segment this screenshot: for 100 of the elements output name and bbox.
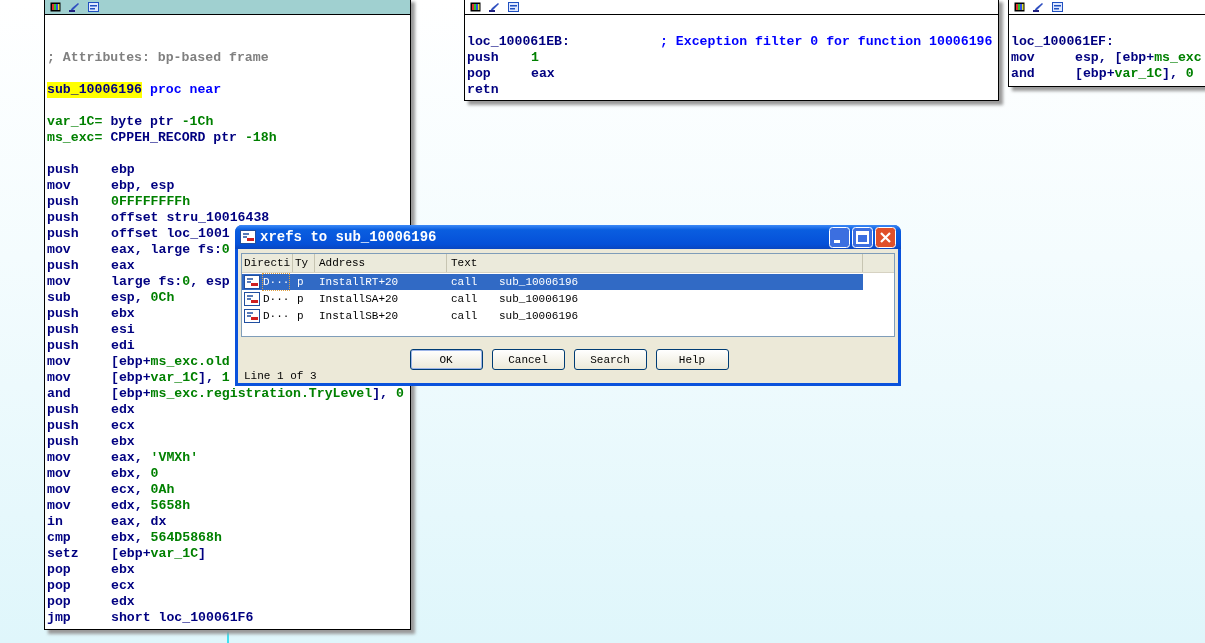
instruction-mnemonic: mov <box>47 178 72 194</box>
minimize-icon[interactable] <box>829 226 850 248</box>
instruction-mnemonic: push <box>467 50 500 66</box>
instruction-mnemonic: push <box>47 226 80 242</box>
instruction-mnemonic: push <box>47 402 80 418</box>
instruction-mnemonic: and <box>1011 66 1036 82</box>
instruction-mnemonic: push <box>47 258 80 274</box>
instruction-operands: esi <box>111 322 135 338</box>
instruction-operands: short loc_100061F6 <box>111 610 254 626</box>
pencil-icon[interactable] <box>69 1 80 12</box>
function-name[interactable]: sub_10006196 <box>47 82 142 98</box>
block-title-bar[interactable] <box>1009 0 1205 15</box>
code-label: loc_100061EB: <box>467 34 570 50</box>
status-text: Line 1 of 3 <box>243 370 318 383</box>
proc-keyword: proc near <box>149 82 222 98</box>
instruction-operands: offset stru_10016438 <box>111 210 270 226</box>
xref-row[interactable]: D··· p InstallRT+20 call sub_10006196 <box>242 274 863 290</box>
xref-row[interactable]: D··· p InstallSB+20 call sub_10006196 <box>242 308 863 324</box>
instruction-mnemonic: mov <box>47 450 72 466</box>
column-header[interactable]: Ty <box>293 254 315 272</box>
instruction-mnemonic: push <box>47 210 80 226</box>
instruction-operands: eax, 'VMXh' <box>111 450 199 466</box>
block-title-bar[interactable] <box>45 0 410 15</box>
dialog-button[interactable]: Search <box>573 349 647 370</box>
instruction-operands: [ebp+ms_exc.registration.TryLevel], 0 <box>111 386 404 402</box>
instruction-operands: ebx <box>111 434 135 450</box>
instruction-mnemonic: retn <box>467 82 500 98</box>
table-cell-text: call <box>451 292 479 307</box>
instruction-operands: eax, dx <box>111 514 167 530</box>
instruction-mnemonic: push <box>47 338 80 354</box>
code-label: loc_100061EF: <box>1011 34 1114 50</box>
table-cell-text: p <box>296 275 305 290</box>
window-icon <box>240 230 256 244</box>
palette-icon[interactable] <box>1014 1 1025 12</box>
instruction-operands: ebx <box>111 306 135 322</box>
instruction-mnemonic: pop <box>47 562 72 578</box>
instruction-operands: 0FFFFFFFFh <box>111 194 191 210</box>
instruction-operands: eax <box>111 258 135 274</box>
instruction-mnemonic: mov <box>47 482 72 498</box>
variable-type: byte ptr -1Ch <box>110 114 214 130</box>
pencil-icon[interactable] <box>489 1 500 12</box>
variable-name: var_1C= <box>47 114 103 130</box>
xref-icon <box>244 275 260 289</box>
table-cell-text: D··· <box>263 292 290 307</box>
dialog-button[interactable]: Cancel <box>491 349 565 370</box>
close-icon[interactable] <box>875 226 896 248</box>
xref-row[interactable]: D··· p InstallSA+20 call sub_10006196 <box>242 291 863 307</box>
instruction-operands: [ebp+ms_exc.old <box>111 354 230 370</box>
instruction-mnemonic: mov <box>1011 50 1036 66</box>
pencil-icon[interactable] <box>1033 1 1044 12</box>
instruction-operands: eax, large fs:0 <box>111 242 230 258</box>
dialog-button[interactable]: OK <box>409 349 483 370</box>
table-cell-text: sub_10006196 <box>499 275 579 290</box>
instruction-mnemonic: mov <box>47 466 72 482</box>
instruction-operands: edi <box>111 338 135 354</box>
dialog-title: xrefs to sub_10006196 <box>260 229 437 245</box>
instruction-mnemonic: mov <box>47 498 72 514</box>
column-header[interactable]: Directi <box>242 254 293 272</box>
instruction-mnemonic: pop <box>47 594 72 610</box>
instruction-operands: offset loc_1001 <box>111 226 230 242</box>
instruction-operands: esp, 0Ch <box>111 290 175 306</box>
table-cell-text: InstallRT+20 <box>318 275 400 290</box>
instruction-operands: ebp, esp <box>111 178 175 194</box>
window-icon[interactable] <box>508 1 519 12</box>
variable-name: ms_exc= <box>47 130 103 146</box>
instruction-operands: [ebp+var_1C], 1 <box>111 370 230 386</box>
instruction-mnemonic: and <box>47 386 72 402</box>
maximize-icon[interactable] <box>852 226 873 248</box>
instruction-operands: edx <box>111 594 135 610</box>
window-icon[interactable] <box>88 1 99 12</box>
instruction-mnemonic: push <box>47 194 80 210</box>
variable-type: CPPEH_RECORD ptr -18h <box>110 130 277 146</box>
instruction-operands: ebx, 0 <box>111 466 159 482</box>
table-cell-text: sub_10006196 <box>499 309 579 324</box>
table-cell-text: InstallSB+20 <box>318 309 400 324</box>
palette-icon[interactable] <box>50 1 61 12</box>
column-header[interactable]: Text <box>447 254 863 272</box>
instruction-operands: [ebp+var_1C] <box>111 546 206 562</box>
instruction-operands: ebx <box>111 562 135 578</box>
column-header[interactable]: Address <box>315 254 447 272</box>
table-cell-text: p <box>296 292 305 307</box>
block-title-bar[interactable] <box>465 0 998 15</box>
palette-icon[interactable] <box>470 1 481 12</box>
instruction-operands: ebx, 564D5868h <box>111 530 222 546</box>
instruction-operands: edx <box>111 402 135 418</box>
table-cell-text: InstallSA+20 <box>318 292 400 307</box>
table-cell-text: sub_10006196 <box>499 292 579 307</box>
instruction-mnemonic: cmp <box>47 530 72 546</box>
instruction-mnemonic: push <box>47 306 80 322</box>
instruction-mnemonic: mov <box>47 242 72 258</box>
code-comment: ; Attributes: bp-based frame <box>47 50 269 66</box>
window-icon[interactable] <box>1052 1 1063 12</box>
instruction-operands: edx, 5658h <box>111 498 191 514</box>
instruction-mnemonic: sub <box>47 290 72 306</box>
table-cell-text: call <box>451 309 479 324</box>
instruction-mnemonic: mov <box>47 370 72 386</box>
instruction-mnemonic: push <box>47 162 80 178</box>
code-comment: ; Exception filter 0 for function 10006196 <box>660 34 993 50</box>
dialog-button[interactable]: Help <box>655 349 729 370</box>
instruction-operands: ecx <box>111 578 135 594</box>
